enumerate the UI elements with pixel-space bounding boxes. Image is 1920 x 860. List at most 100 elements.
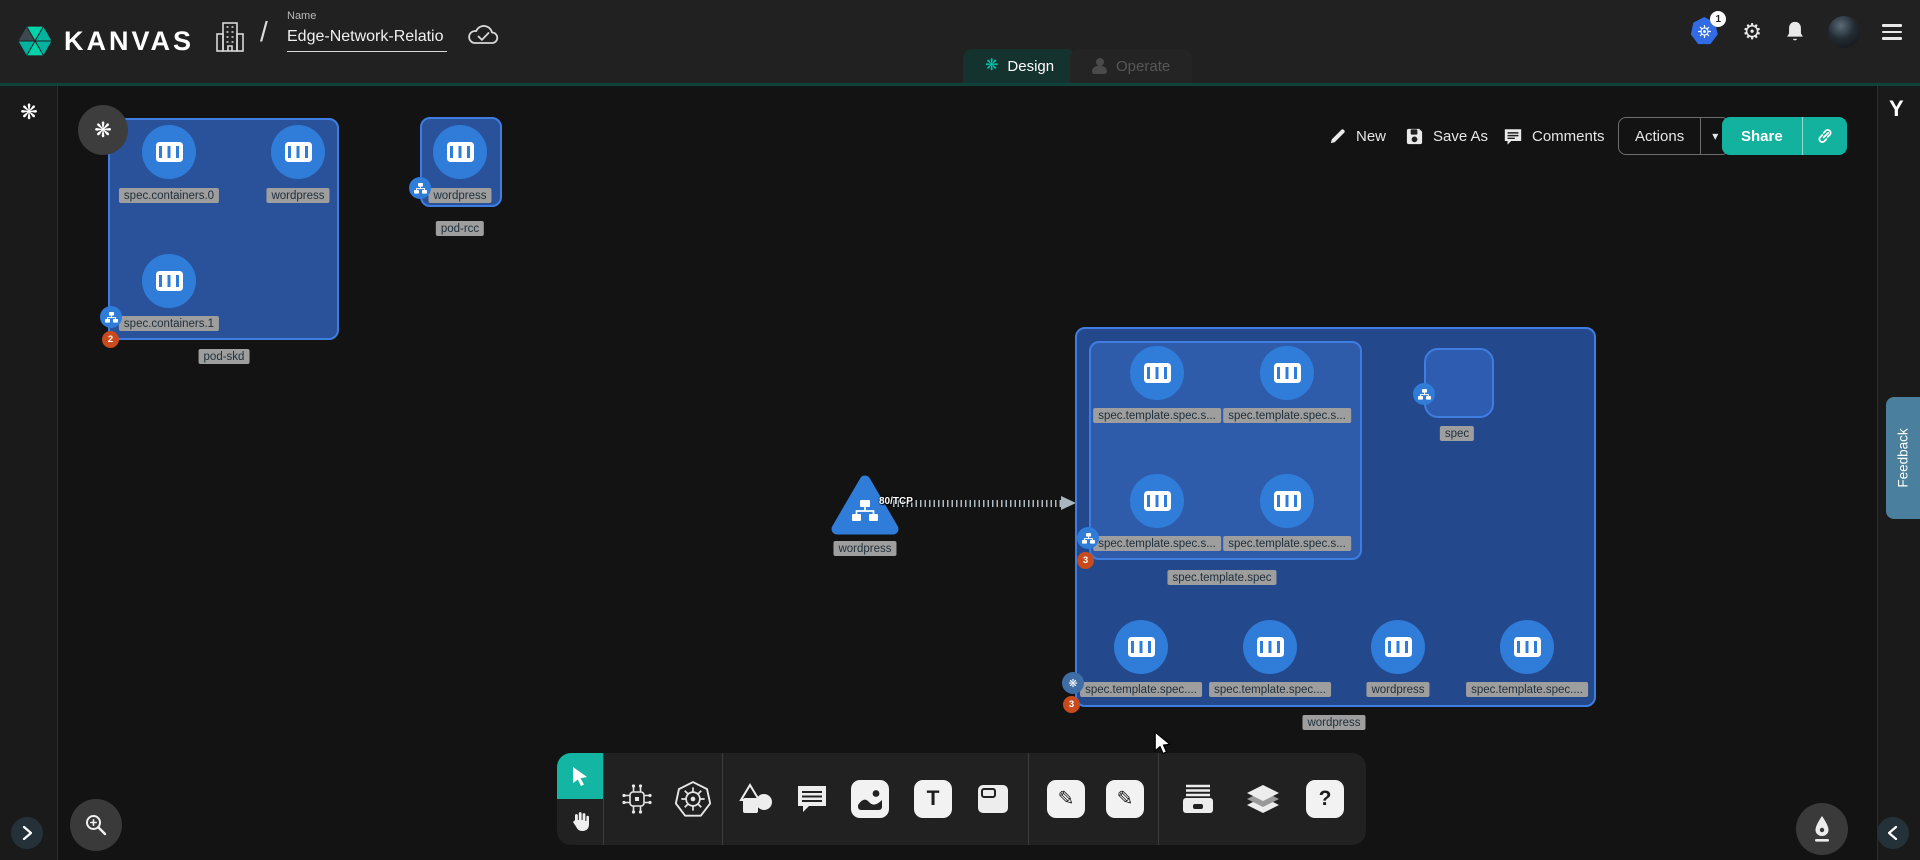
error-count-badge[interactable]: 2 [102,331,119,348]
kanvas-logo-icon [16,22,54,60]
container-node[interactable] [1243,620,1297,674]
group-label: spec.template.spec [1167,570,1276,585]
note-card-icon [977,784,1009,814]
container-node[interactable] [1114,620,1168,674]
meshery-spinner-icon[interactable]: ❋ [17,100,41,124]
notifications-bell-icon[interactable] [1784,20,1806,44]
edge-port-label: 80/TCP [879,496,913,507]
user-avatar[interactable] [1828,16,1860,48]
error-count-badge[interactable]: 3 [1063,696,1080,713]
pencil-icon [1328,127,1347,146]
container-node[interactable] [1500,620,1554,674]
shapes-tool[interactable] [736,780,774,818]
container-icon [285,142,312,162]
node-label: wordpress [266,188,329,203]
comments-icon [1503,127,1523,146]
container-node[interactable] [1130,346,1184,400]
help-tool[interactable]: ? [1306,780,1344,818]
drawer-tool[interactable] [1179,780,1217,818]
text-tool[interactable]: T [914,780,952,818]
network-edge[interactable] [893,500,1063,507]
copy-link-icon[interactable] [1802,117,1847,155]
expand-sidebar-button[interactable] [11,817,43,849]
image-tool[interactable] [851,780,889,818]
drawer-icon [1181,783,1215,815]
edge-pencil-tool[interactable]: ✎ [1047,780,1085,818]
group-label: pod-rcc [436,221,484,236]
zoom-button[interactable] [70,799,122,851]
container-icon [156,271,183,291]
note-tool[interactable] [974,780,1012,818]
node-label: spec.template.spec.... [1080,682,1202,697]
tab-operate[interactable]: Operate [1070,49,1192,83]
group-label: wordpress [1302,715,1365,730]
pod-network-badge[interactable] [409,177,431,199]
freehand-pencil-icon: ✎ [1106,780,1144,818]
container-node[interactable] [433,125,487,179]
canvas-dock-toolbar: T ✎ ✎ [557,753,1366,845]
container-node[interactable] [1371,620,1425,674]
node-spec[interactable] [1424,348,1494,418]
comments-button[interactable]: Comments [1503,117,1605,155]
meshery-badge[interactable]: ❋ [1062,672,1084,694]
menu-hamburger-icon[interactable] [1882,24,1902,39]
hand-icon [568,810,592,834]
node-label: spec.template.spec.... [1466,682,1588,697]
save-as-button[interactable]: Save As [1405,117,1488,155]
collapse-sidebar-button[interactable] [1877,817,1909,849]
text-icon: T [914,780,952,818]
design-name-field[interactable]: Name Edge-Network-Relatio [287,10,447,52]
container-node[interactable] [142,254,196,308]
toolbar-divider [1028,753,1029,845]
share-button[interactable]: Share [1722,117,1847,155]
design-tab-icon: ❋ [985,58,998,74]
kubernetes-tool[interactable] [674,780,712,818]
help-icon: ? [1306,780,1344,818]
context-count-badge: 1 [1710,11,1726,27]
container-icon [1274,363,1301,383]
components-tool[interactable] [618,780,656,818]
container-icon [1257,637,1284,657]
pod-network-badge[interactable] [1413,383,1435,405]
kubernetes-context-switcher[interactable]: 1 [1690,17,1720,47]
design-name-input[interactable]: Edge-Network-Relatio [287,28,447,52]
kanvas-logo[interactable]: KANVAS [16,22,194,60]
new-button[interactable]: New [1328,117,1386,155]
toolbar-divider [1158,753,1159,845]
organization-icon[interactable] [215,20,245,54]
layers-tool[interactable] [1244,780,1282,818]
image-icon [851,780,889,818]
node-label: spec.containers.1 [119,316,219,331]
operate-tab-label: Operate [1116,58,1170,75]
group-label: pod-skd [199,349,250,364]
tab-design[interactable]: ❋ Design [963,49,1076,83]
layers-icon [1245,783,1281,815]
shapes-icon [737,783,773,815]
settings-gear-icon[interactable]: ⚙ [1742,21,1762,43]
error-count-badge[interactable]: 3 [1077,552,1094,569]
node-config-flower-icon[interactable]: ❋ [78,105,128,155]
container-node[interactable] [271,125,325,179]
comments-label: Comments [1532,128,1605,145]
container-node[interactable] [1260,346,1314,400]
pod-network-badge[interactable] [100,306,122,328]
mouse-cursor [1152,731,1174,755]
comment-tool[interactable] [793,780,831,818]
container-node[interactable] [1130,474,1184,528]
freehand-pencil-tool[interactable]: ✎ [1106,780,1144,818]
edge-pencil-icon: ✎ [1047,780,1085,818]
container-icon [1128,637,1155,657]
collaborator-icon[interactable]: Y [1889,96,1904,122]
pan-tool[interactable] [557,799,603,845]
actions-label: Actions [1619,118,1700,154]
pen-nib-button[interactable] [1796,803,1848,855]
cursor-arrow-icon [569,765,591,787]
pod-network-badge[interactable] [1077,527,1099,549]
container-node[interactable] [142,125,196,179]
container-node[interactable] [1260,474,1314,528]
actions-button[interactable]: Actions ▾ [1618,117,1730,155]
feedback-tab[interactable]: Feedback [1886,397,1920,519]
container-icon [1274,491,1301,511]
sitemap-icon [852,500,878,522]
select-tool[interactable] [557,753,603,799]
